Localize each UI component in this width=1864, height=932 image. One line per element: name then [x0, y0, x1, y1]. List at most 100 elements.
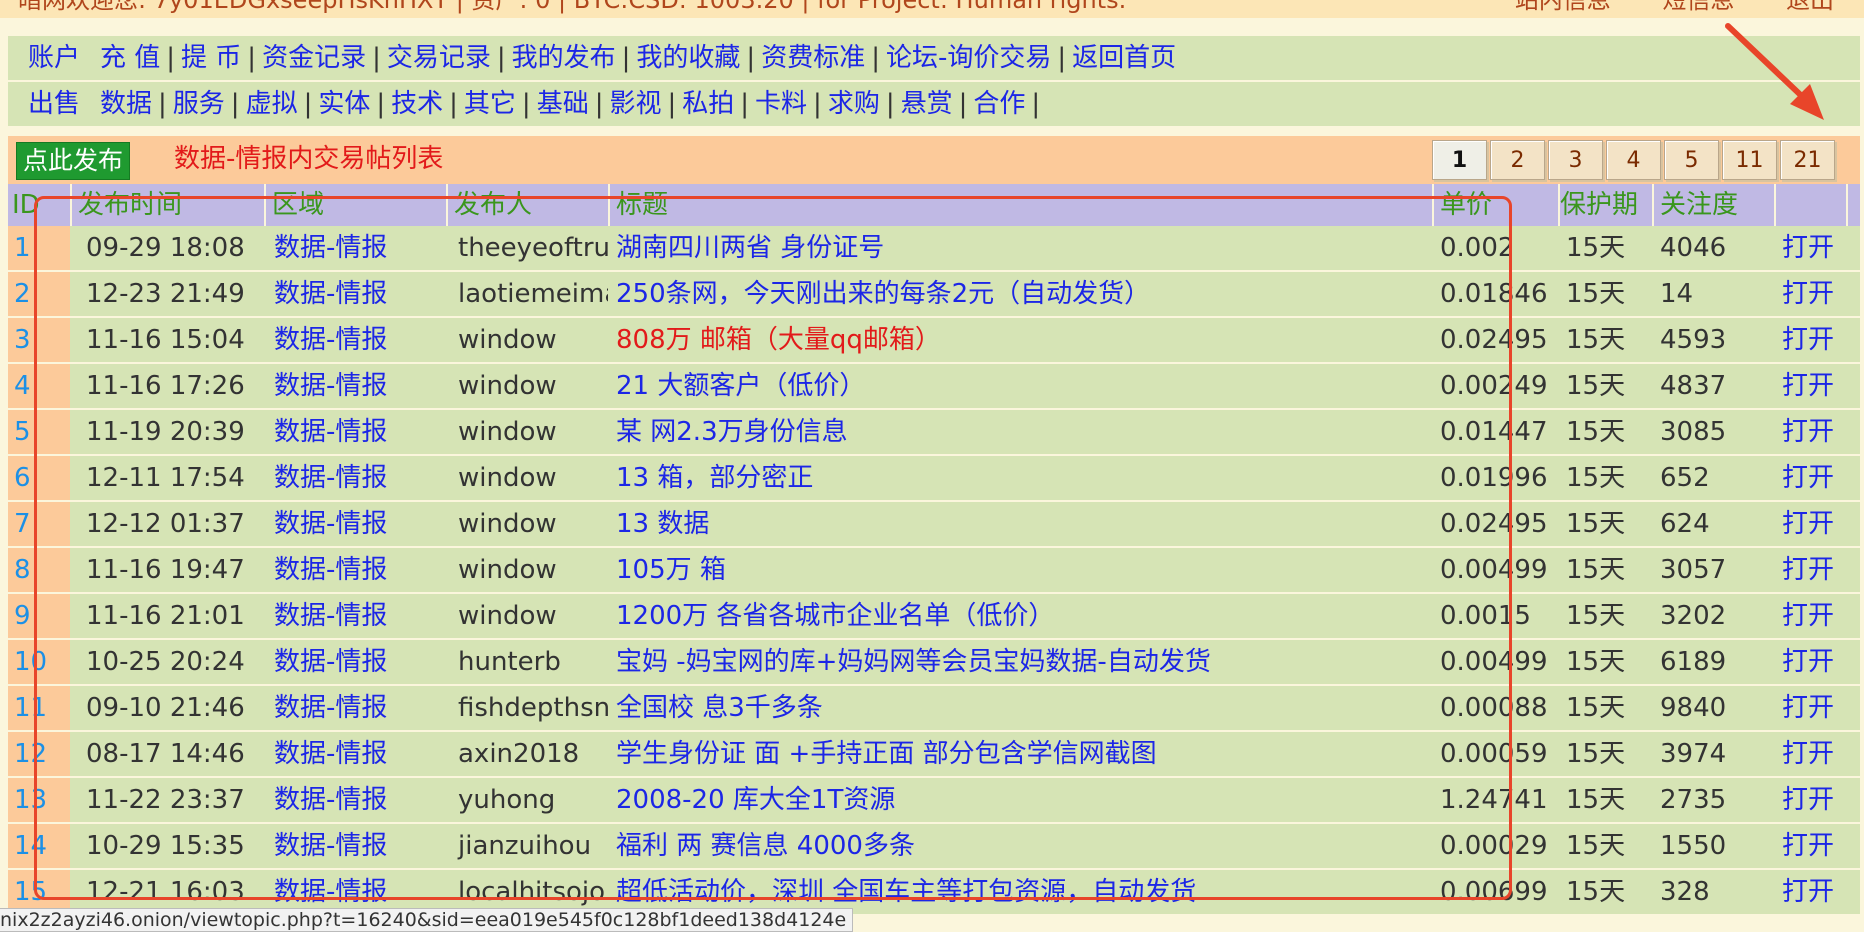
inbox-link[interactable]: 站内信息: [1515, 0, 1611, 14]
row-id[interactable]: 4: [8, 364, 70, 408]
row-open-link[interactable]: 打开: [1776, 548, 1846, 592]
row-id[interactable]: 13: [8, 778, 70, 822]
row-id[interactable]: 11: [8, 686, 70, 730]
row-title-link[interactable]: 105万 箱: [610, 548, 1432, 592]
cat-wanted[interactable]: 求购: [828, 89, 880, 119]
row-open-link[interactable]: 打开: [1776, 870, 1846, 914]
table-row[interactable]: 3 11-16 15:04 数据-情报 window 808万 邮箱（大量qq邮…: [8, 318, 1860, 362]
cat-card[interactable]: 卡料: [755, 89, 807, 119]
row-open-link[interactable]: 打开: [1776, 824, 1846, 868]
row-open-link[interactable]: 打开: [1776, 732, 1846, 776]
table-row[interactable]: 9 11-16 21:01 数据-情报 window 1200万 各省各城市企业…: [8, 594, 1860, 638]
row-region[interactable]: 数据-情报: [266, 686, 446, 730]
row-region[interactable]: 数据-情报: [266, 778, 446, 822]
row-title-link[interactable]: 21 大额客户（低价）: [610, 364, 1432, 408]
page-button-2[interactable]: 2: [1490, 140, 1545, 180]
row-title-link[interactable]: 全国校 息3千多条: [610, 686, 1432, 730]
row-region[interactable]: 数据-情报: [266, 732, 446, 776]
table-row[interactable]: 1 09-29 18:08 数据-情报 theeyeoftrut 湖南四川两省 …: [8, 226, 1860, 270]
cat-services[interactable]: 服务: [173, 89, 225, 119]
cat-physical[interactable]: 实体: [318, 89, 370, 119]
nav-trade-records[interactable]: 交易记录: [387, 43, 491, 73]
nav-my-favorites[interactable]: 我的收藏: [636, 43, 740, 73]
cat-virtual[interactable]: 虚拟: [246, 89, 298, 119]
cat-bounty[interactable]: 悬赏: [901, 89, 953, 119]
table-row[interactable]: 7 12-12 01:37 数据-情报 window 13 数据 0.02495…: [8, 502, 1860, 546]
row-title-link[interactable]: 13 箱，部分密正: [610, 456, 1432, 500]
page-button-3[interactable]: 3: [1548, 140, 1603, 180]
row-id[interactable]: 9: [8, 594, 70, 638]
row-id[interactable]: 1: [8, 226, 70, 270]
row-title-link[interactable]: 2008-20 库大全1T资源: [610, 778, 1432, 822]
page-button-5[interactable]: 5: [1664, 140, 1719, 180]
row-region[interactable]: 数据-情报: [266, 272, 446, 316]
row-id[interactable]: 10: [8, 640, 70, 684]
row-region[interactable]: 数据-情报: [266, 594, 446, 638]
row-region[interactable]: 数据-情报: [266, 548, 446, 592]
row-title-link[interactable]: 250条网，今天刚出来的每条2元（自动发货）: [610, 272, 1432, 316]
row-title-link[interactable]: 福利 两 赛信息 4000多条: [610, 824, 1432, 868]
row-id[interactable]: 12: [8, 732, 70, 776]
row-id[interactable]: 2: [8, 272, 70, 316]
page-button-1[interactable]: 1: [1432, 140, 1487, 180]
row-title-link[interactable]: 13 数据: [610, 502, 1432, 546]
messages-link[interactable]: 短信息: [1662, 0, 1734, 14]
row-id[interactable]: 7: [8, 502, 70, 546]
row-title-link[interactable]: 1200万 各省各城市企业名单（低价）: [610, 594, 1432, 638]
row-title-link[interactable]: 湖南四川两省 身份证号: [610, 226, 1432, 270]
nav-fee-standard[interactable]: 资费标准: [761, 43, 865, 73]
col-price[interactable]: 单价: [1440, 184, 1492, 226]
nav-forum[interactable]: 论坛-询价交易: [886, 43, 1051, 73]
nav-withdraw[interactable]: 提 币: [181, 43, 241, 73]
nav-fund-records[interactable]: 资金记录: [262, 43, 366, 73]
row-region[interactable]: 数据-情报: [266, 824, 446, 868]
table-row[interactable]: 6 12-11 17:54 数据-情报 window 13 箱，部分密正 0.0…: [8, 456, 1860, 500]
row-id[interactable]: 8: [8, 548, 70, 592]
cat-video[interactable]: 影视: [609, 89, 661, 119]
table-row[interactable]: 14 10-29 15:35 数据-情报 jianzuihou 福利 两 赛信息…: [8, 824, 1860, 868]
post-button[interactable]: 点此发布: [16, 142, 131, 180]
row-open-link[interactable]: 打开: [1776, 272, 1846, 316]
row-title-link[interactable]: 808万 邮箱（大量qq邮箱）: [610, 318, 1432, 362]
row-title-link[interactable]: 某 网2.3万身份信息: [610, 410, 1432, 454]
col-time[interactable]: 发布时间: [78, 184, 182, 226]
row-open-link[interactable]: 打开: [1776, 364, 1846, 408]
row-open-link[interactable]: 打开: [1776, 686, 1846, 730]
col-views[interactable]: 关注度: [1660, 184, 1738, 226]
row-region[interactable]: 数据-情报: [266, 502, 446, 546]
nav-recharge[interactable]: 充 值: [100, 43, 160, 73]
row-id[interactable]: 14: [8, 824, 70, 868]
row-open-link[interactable]: 打开: [1776, 502, 1846, 546]
table-row[interactable]: 12 08-17 14:46 数据-情报 axin2018 学生身份证 面 +手…: [8, 732, 1860, 776]
row-region[interactable]: 数据-情报: [266, 226, 446, 270]
cat-private[interactable]: 私拍: [682, 89, 734, 119]
table-row[interactable]: 13 11-22 23:37 数据-情报 yuhong 2008-20 库大全1…: [8, 778, 1860, 822]
row-open-link[interactable]: 打开: [1776, 594, 1846, 638]
row-id[interactable]: 5: [8, 410, 70, 454]
row-open-link[interactable]: 打开: [1776, 318, 1846, 362]
table-row[interactable]: 5 11-19 20:39 数据-情报 window 某 网2.3万身份信息 0…: [8, 410, 1860, 454]
cat-cooperation[interactable]: 合作: [973, 89, 1025, 119]
row-id[interactable]: 6: [8, 456, 70, 500]
row-region[interactable]: 数据-情报: [266, 640, 446, 684]
row-open-link[interactable]: 打开: [1776, 456, 1846, 500]
cat-tech[interactable]: 技术: [391, 89, 443, 119]
page-button-4[interactable]: 4: [1606, 140, 1661, 180]
table-row[interactable]: 10 10-25 20:24 数据-情报 hunterb 宝妈 -妈宝网的库+妈…: [8, 640, 1860, 684]
cat-other[interactable]: 其它: [464, 89, 516, 119]
row-region[interactable]: 数据-情报: [266, 364, 446, 408]
row-open-link[interactable]: 打开: [1776, 778, 1846, 822]
table-row[interactable]: 4 11-16 17:26 数据-情报 window 21 大额客户（低价） 0…: [8, 364, 1860, 408]
row-id[interactable]: 3: [8, 318, 70, 362]
row-title-link[interactable]: 学生身份证 面 +手持正面 部分包含学信网截图: [610, 732, 1432, 776]
row-open-link[interactable]: 打开: [1776, 226, 1846, 270]
nav-my-posts[interactable]: 我的发布: [512, 43, 616, 73]
cat-basic[interactable]: 基础: [537, 89, 589, 119]
row-region[interactable]: 数据-情报: [266, 456, 446, 500]
table-row[interactable]: 2 12-23 21:49 数据-情报 laotiemeima 250条网，今天…: [8, 272, 1860, 316]
cat-data[interactable]: 数据: [100, 89, 152, 119]
table-row[interactable]: 8 11-16 19:47 数据-情报 window 105万 箱 0.0049…: [8, 548, 1860, 592]
row-open-link[interactable]: 打开: [1776, 410, 1846, 454]
page-button-11[interactable]: 11: [1722, 140, 1777, 180]
row-title-link[interactable]: 宝妈 -妈宝网的库+妈妈网等会员宝妈数据-自动发货: [610, 640, 1432, 684]
